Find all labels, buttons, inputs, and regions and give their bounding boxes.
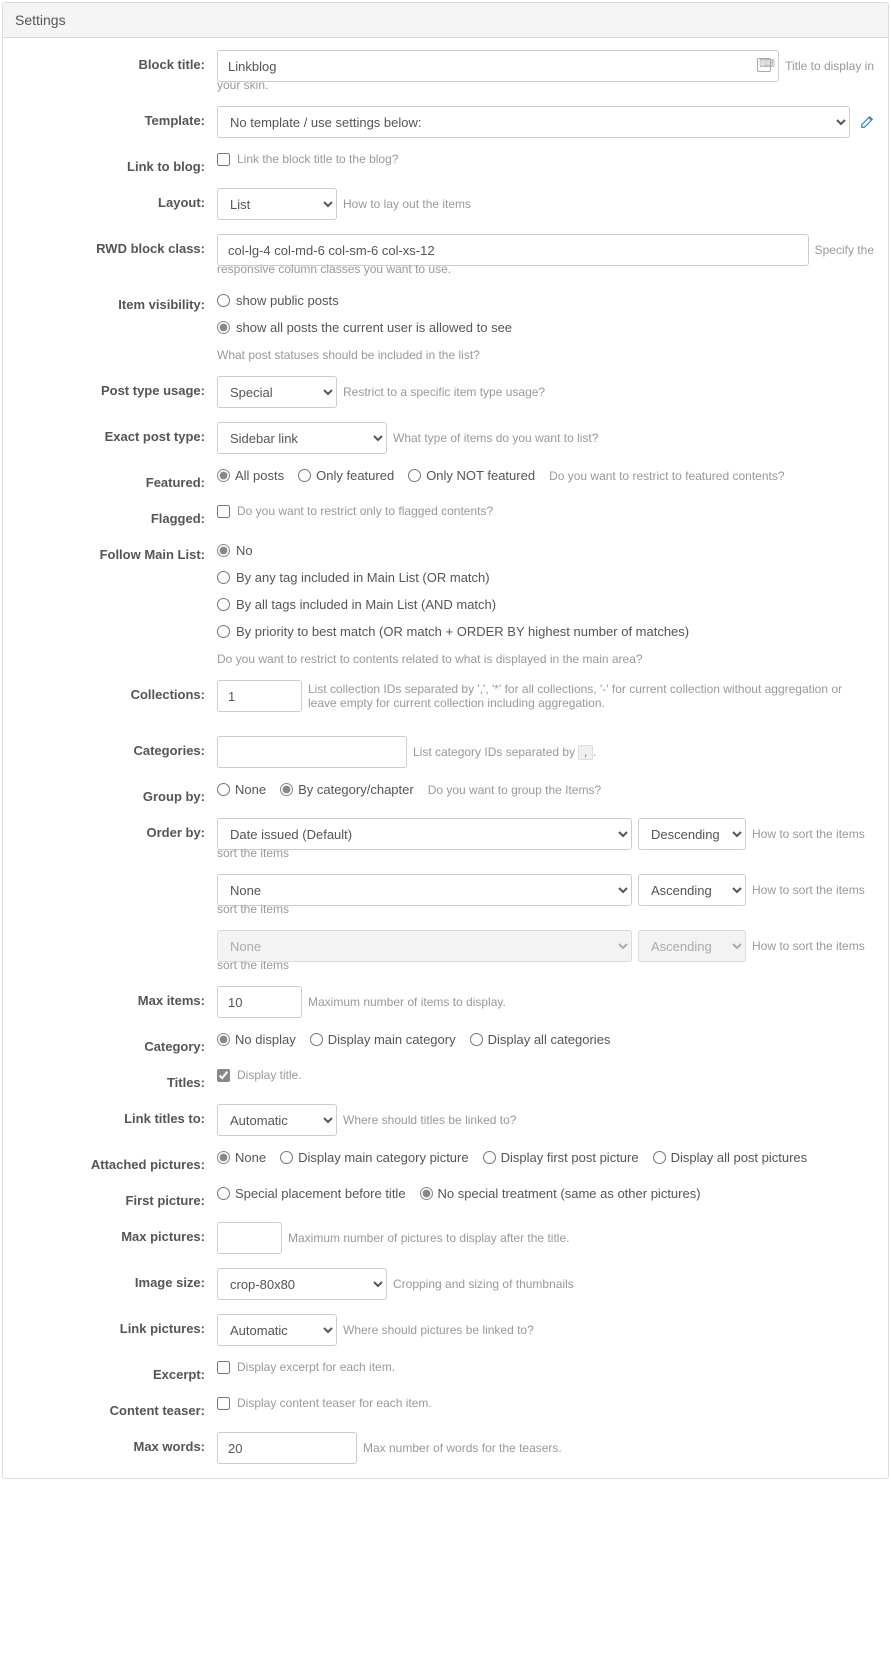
featured-not[interactable]: Only NOT featured xyxy=(408,468,535,483)
flagged-label: Flagged: xyxy=(17,504,217,526)
link-to-blog-label: Link to blog: xyxy=(17,152,217,174)
keyboard-icon xyxy=(753,58,771,75)
orderby-1-help: How to sort the items xyxy=(752,827,865,841)
featured-help: Do you want to restrict to featured cont… xyxy=(549,469,784,483)
featured-all[interactable]: All posts xyxy=(217,468,284,483)
category-main[interactable]: Display main category xyxy=(310,1032,456,1047)
orderby-3-help: How to sort the items xyxy=(752,939,865,953)
follow-priority[interactable]: By priority to best match (OR match + OR… xyxy=(217,621,874,642)
orderby-label: Order by: xyxy=(17,818,217,840)
featured-label: Featured: xyxy=(17,468,217,490)
edit-icon[interactable] xyxy=(860,115,874,129)
titles-label: Titles: xyxy=(17,1068,217,1090)
collections-label: Collections: xyxy=(17,680,217,702)
collections-input[interactable] xyxy=(217,680,302,712)
attpics-maincat[interactable]: Display main category picture xyxy=(280,1150,469,1165)
layout-help: How to lay out the items xyxy=(343,197,471,211)
linktitles-select[interactable]: Automatic xyxy=(217,1104,337,1136)
ept-help: What type of items do you want to list? xyxy=(393,431,598,445)
linkpics-help: Where should pictures be linked to? xyxy=(343,1323,534,1337)
settings-panel: Settings Block title: Title to display i… xyxy=(2,2,889,1479)
maxitems-input[interactable] xyxy=(217,986,302,1018)
excerpt-help: Display excerpt for each item. xyxy=(237,1360,395,1374)
categories-help: List category IDs separated by ,. xyxy=(413,745,596,759)
excerpt-checkbox[interactable] xyxy=(217,1361,230,1374)
maxwords-help: Max number of words for the teasers. xyxy=(363,1441,562,1455)
groupby-cat[interactable]: By category/chapter xyxy=(280,782,414,797)
linktitles-label: Link titles to: xyxy=(17,1104,217,1126)
follow-or[interactable]: By any tag included in Main List (OR mat… xyxy=(217,567,874,588)
ptu-select[interactable]: Special xyxy=(217,376,337,408)
categories-input[interactable] xyxy=(217,736,407,768)
follow-label: Follow Main List: xyxy=(17,540,217,562)
groupby-help: Do you want to group the Items? xyxy=(428,783,601,797)
imgsize-help: Cropping and sizing of thumbnails xyxy=(393,1277,574,1291)
ptu-help: Restrict to a specific item type usage? xyxy=(343,385,545,399)
titles-help: Display title. xyxy=(237,1068,302,1082)
item-vis-public[interactable]: show public posts xyxy=(217,290,874,311)
orderby-2-help: How to sort the items xyxy=(752,883,865,897)
teaser-help: Display content teaser for each item. xyxy=(237,1396,432,1410)
rwd-help-inline: Specify the xyxy=(815,243,874,257)
panel-body: Block title: Title to display in your sk… xyxy=(3,38,888,1478)
follow-and[interactable]: By all tags included in Main List (AND m… xyxy=(217,594,874,615)
panel-title: Settings xyxy=(3,3,888,38)
featured-only[interactable]: Only featured xyxy=(298,468,394,483)
maxwords-label: Max words: xyxy=(17,1432,217,1454)
item-vis-help: What post statuses should be included in… xyxy=(217,348,874,362)
orderby-3-field: None xyxy=(217,930,632,962)
orderby-2-dir[interactable]: Ascending xyxy=(638,874,746,906)
ptu-label: Post type usage: xyxy=(17,376,217,398)
ept-select[interactable]: Sidebar link xyxy=(217,422,387,454)
titles-checkbox[interactable] xyxy=(217,1069,230,1082)
attpics-first[interactable]: Display first post picture xyxy=(483,1150,639,1165)
attpics-all[interactable]: Display all post pictures xyxy=(653,1150,808,1165)
maxwords-input[interactable] xyxy=(217,1432,357,1464)
maxpics-help: Maximum number of pictures to display af… xyxy=(288,1231,569,1245)
follow-no[interactable]: No xyxy=(217,540,874,561)
item-vis-all[interactable]: show all posts the current user is allow… xyxy=(217,317,874,338)
template-select[interactable]: No template / use settings below: xyxy=(217,106,850,138)
ept-label: Exact post type: xyxy=(17,422,217,444)
categories-label: Categories: xyxy=(17,736,217,758)
category-label: Category: xyxy=(17,1032,217,1054)
rwd-label: RWD block class: xyxy=(17,234,217,256)
attpics-none[interactable]: None xyxy=(217,1150,266,1165)
maxitems-label: Max items: xyxy=(17,986,217,1008)
linkpics-label: Link pictures: xyxy=(17,1314,217,1336)
category-none[interactable]: No display xyxy=(217,1032,296,1047)
item-vis-label: Item visibility: xyxy=(17,290,217,312)
block-title-label: Block title: xyxy=(17,50,217,72)
template-label: Template: xyxy=(17,106,217,128)
layout-select[interactable]: List xyxy=(217,188,337,220)
teaser-label: Content teaser: xyxy=(17,1396,217,1418)
flagged-help: Do you want to restrict only to flagged … xyxy=(237,504,493,518)
orderby-1-dir[interactable]: Descending xyxy=(638,818,746,850)
groupby-none[interactable]: None xyxy=(217,782,266,797)
block-title-input[interactable] xyxy=(217,50,779,82)
imgsize-label: Image size: xyxy=(17,1268,217,1290)
imgsize-select[interactable]: crop-80x80 xyxy=(217,1268,387,1300)
maxpics-label: Max pictures: xyxy=(17,1222,217,1244)
link-to-blog-help: Link the block title to the blog? xyxy=(237,152,398,166)
flagged-checkbox[interactable] xyxy=(217,505,230,518)
follow-help: Do you want to restrict to contents rela… xyxy=(217,652,874,666)
firstpic-label: First picture: xyxy=(17,1186,217,1208)
linktitles-help: Where should titles be linked to? xyxy=(343,1113,516,1127)
link-to-blog-checkbox[interactable] xyxy=(217,153,230,166)
firstpic-special[interactable]: Special placement before title xyxy=(217,1186,406,1201)
maxitems-help: Maximum number of items to display. xyxy=(308,995,506,1009)
firstpic-nospecial[interactable]: No special treatment (same as other pict… xyxy=(420,1186,701,1201)
block-title-help-inline: Title to display in xyxy=(785,59,874,73)
excerpt-label: Excerpt: xyxy=(17,1360,217,1382)
teaser-checkbox[interactable] xyxy=(217,1397,230,1410)
groupby-label: Group by: xyxy=(17,782,217,804)
attpics-label: Attached pictures: xyxy=(17,1150,217,1172)
layout-label: Layout: xyxy=(17,188,217,210)
maxpics-input[interactable] xyxy=(217,1222,282,1254)
linkpics-select[interactable]: Automatic xyxy=(217,1314,337,1346)
category-all[interactable]: Display all categories xyxy=(470,1032,611,1047)
orderby-3-dir: Ascending xyxy=(638,930,746,962)
collections-help: List collection IDs separated by ',', '*… xyxy=(308,682,874,710)
